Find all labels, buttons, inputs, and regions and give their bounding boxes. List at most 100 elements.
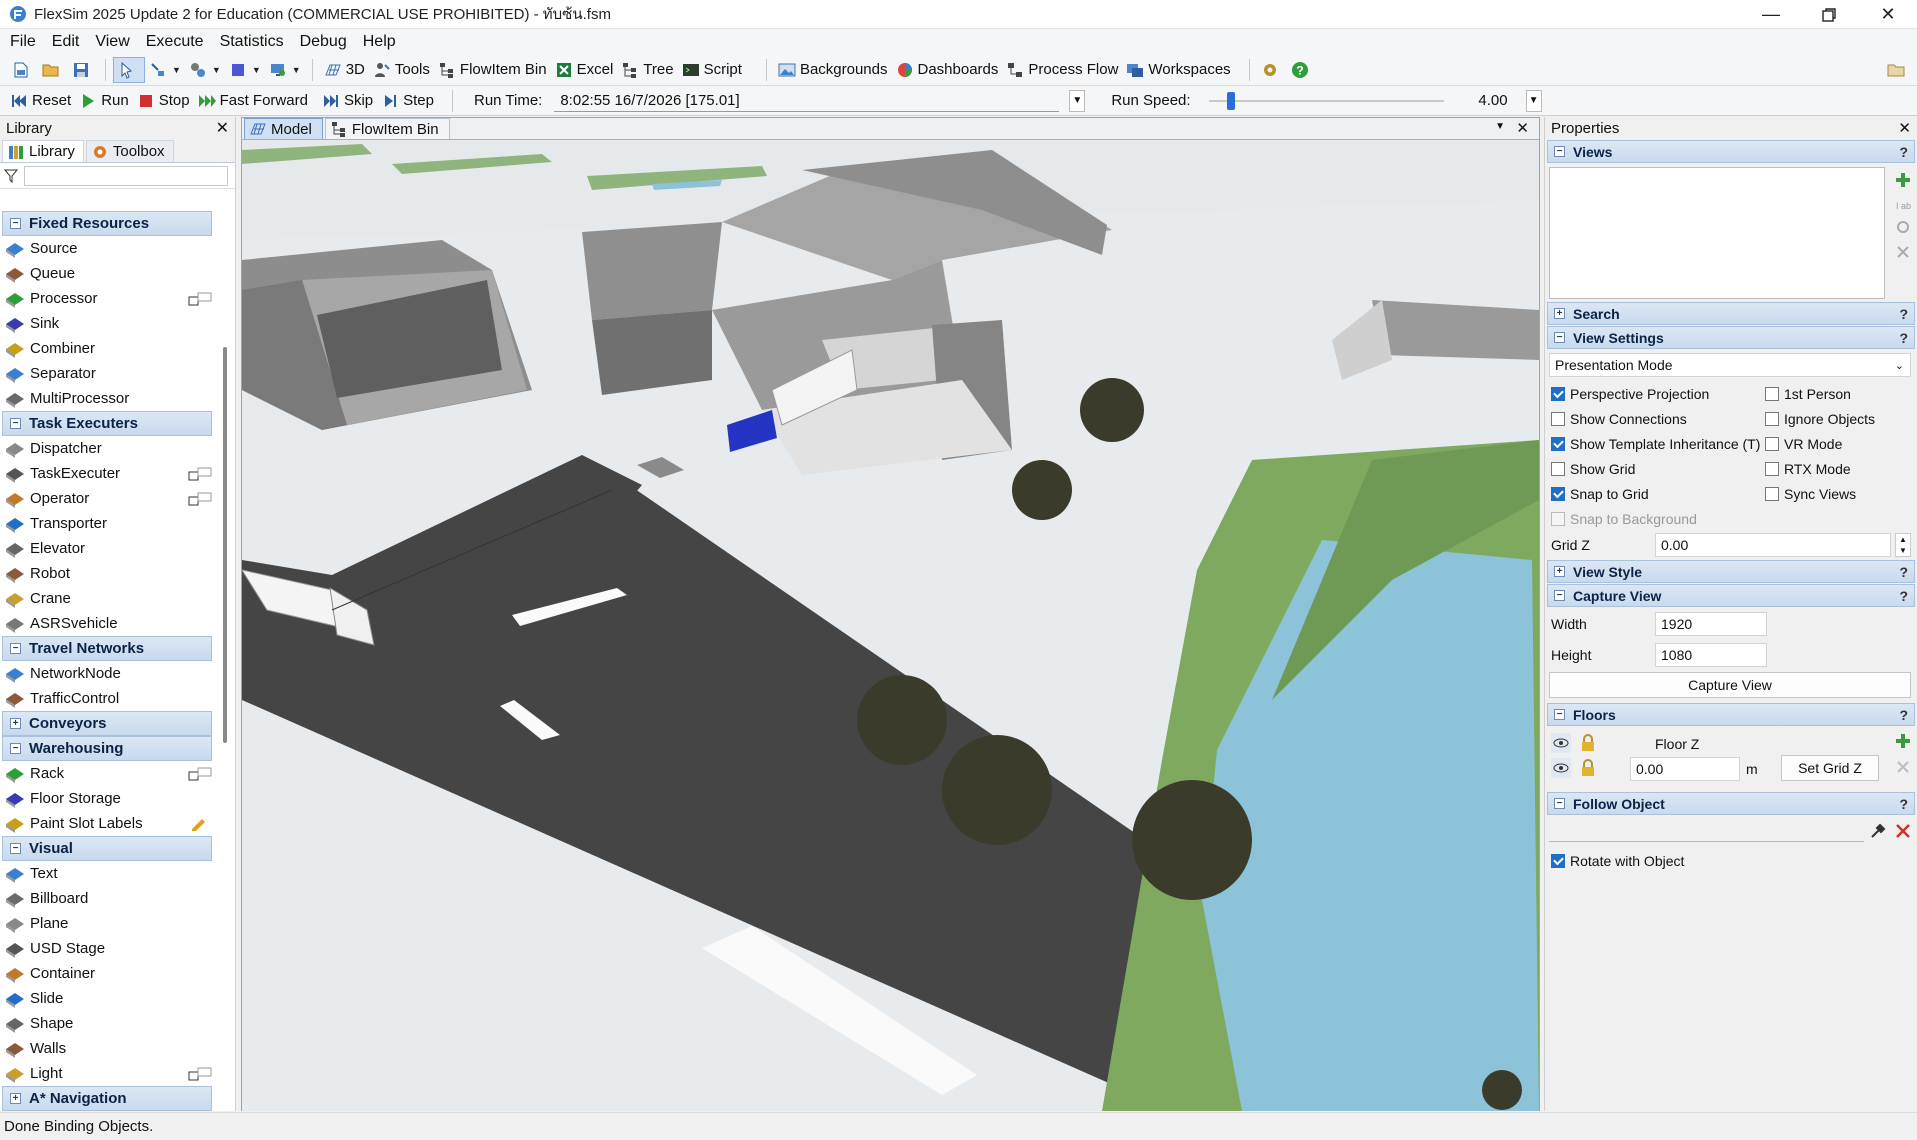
eyedropper-icon[interactable] bbox=[1869, 822, 1887, 840]
menu-view[interactable]: View bbox=[89, 33, 139, 51]
view-setting-checkbox[interactable]: Show Grid bbox=[1545, 461, 1765, 477]
connect-mode-button[interactable]: ▼ bbox=[145, 57, 185, 83]
dock-panel-button[interactable] bbox=[1883, 57, 1913, 83]
object-preview-icon[interactable] bbox=[188, 467, 212, 481]
help-icon[interactable]: ? bbox=[1899, 796, 1908, 812]
new-model-button[interactable] bbox=[8, 57, 38, 83]
library-item[interactable]: Light bbox=[0, 1061, 214, 1086]
library-item[interactable]: Billboard bbox=[0, 886, 214, 911]
menu-debug[interactable]: Debug bbox=[294, 33, 357, 51]
lock-icon[interactable] bbox=[1579, 758, 1597, 778]
lock-icon[interactable] bbox=[1579, 733, 1597, 753]
library-item[interactable]: Separator bbox=[0, 361, 214, 386]
width-input[interactable]: 1920 bbox=[1655, 611, 1767, 636]
library-item[interactable]: Source bbox=[0, 236, 214, 261]
menu-execute[interactable]: Execute bbox=[140, 33, 214, 51]
library-item[interactable]: Floor Storage bbox=[0, 786, 214, 811]
library-item[interactable]: Transporter bbox=[0, 511, 214, 536]
fast-forward-button[interactable]: Fast Forward bbox=[194, 88, 312, 114]
save-model-button[interactable] bbox=[68, 57, 98, 83]
library-group-header[interactable]: − Fixed Resources bbox=[2, 211, 212, 236]
view-style-section-header[interactable]: + View Style? bbox=[1547, 560, 1915, 583]
help-icon[interactable]: ? bbox=[1899, 306, 1908, 322]
view-setting-checkbox[interactable]: Show Connections bbox=[1545, 411, 1765, 427]
library-item[interactable]: MultiProcessor bbox=[0, 386, 214, 411]
view-tabs-menu-icon[interactable]: ▼ bbox=[1495, 121, 1505, 132]
add-view-icon[interactable] bbox=[1895, 172, 1911, 188]
view-mode-select[interactable]: Presentation Mode ⌄ bbox=[1549, 353, 1911, 377]
object-preview-icon[interactable] bbox=[188, 492, 212, 506]
help-icon[interactable]: ? bbox=[1899, 144, 1908, 160]
restore-button[interactable] bbox=[1800, 0, 1858, 29]
run-button[interactable]: Run bbox=[75, 88, 133, 114]
library-item[interactable]: Crane bbox=[0, 586, 214, 611]
clear-follow-icon[interactable] bbox=[1895, 823, 1911, 839]
run-speed-slider[interactable] bbox=[1208, 90, 1444, 112]
view-setting-checkbox[interactable]: 1st Person bbox=[1765, 386, 1851, 402]
minimize-button[interactable]: — bbox=[1742, 0, 1800, 29]
menu-help[interactable]: Help bbox=[357, 33, 406, 51]
library-item[interactable]: Walls bbox=[0, 1036, 214, 1061]
help-icon[interactable]: ? bbox=[1899, 588, 1908, 604]
dashboards-button[interactable]: Dashboards bbox=[892, 57, 1003, 83]
view-setting-checkbox[interactable]: Snap to Grid bbox=[1545, 486, 1765, 502]
library-item[interactable]: TaskExecuter bbox=[0, 461, 214, 486]
library-item[interactable]: NetworkNode bbox=[0, 661, 214, 686]
workspaces-button[interactable]: Workspaces bbox=[1122, 57, 1234, 83]
library-item[interactable]: Container bbox=[0, 961, 214, 986]
floor-z-input[interactable]: 0.00 bbox=[1630, 757, 1740, 781]
3d-scene[interactable] bbox=[242, 140, 1539, 1111]
runtime-field[interactable]: 8:02:55 16/7/2026 [175.01] bbox=[554, 89, 1060, 112]
library-item[interactable]: Slide bbox=[0, 986, 214, 1011]
object-preview-icon[interactable] bbox=[188, 767, 212, 781]
grid-z-spinner[interactable]: ▲ ▼ bbox=[1895, 533, 1911, 557]
backgrounds-button[interactable]: Backgrounds bbox=[774, 57, 892, 83]
library-item[interactable]: Rack bbox=[0, 761, 214, 786]
library-group-header[interactable]: − Visual bbox=[2, 836, 212, 861]
library-group-header[interactable]: + Conveyors bbox=[2, 711, 212, 736]
close-library-icon[interactable]: ✕ bbox=[216, 118, 229, 138]
layout-tools-button[interactable]: ▼ bbox=[185, 57, 225, 83]
tree-button[interactable]: Tree bbox=[617, 57, 677, 83]
rename-view-icon[interactable]: I ab bbox=[1895, 197, 1911, 213]
view-setting-checkbox[interactable]: Ignore Objects bbox=[1765, 411, 1875, 427]
library-group-header[interactable]: − Task Executers bbox=[2, 411, 212, 436]
library-group-header[interactable]: − Travel Networks bbox=[2, 636, 212, 661]
eye-icon[interactable] bbox=[1551, 733, 1571, 753]
library-item[interactable]: Robot bbox=[0, 561, 214, 586]
follow-object-section-header[interactable]: − Follow Object? bbox=[1547, 792, 1915, 815]
view-setting-checkbox[interactable]: Perspective Projection bbox=[1545, 386, 1765, 402]
library-group-header[interactable]: − Warehousing bbox=[2, 736, 212, 761]
view-setting-checkbox[interactable]: Show Template Inheritance (T) bbox=[1545, 436, 1765, 452]
tools-button[interactable]: Tools bbox=[369, 57, 434, 83]
views-section-header[interactable]: − Views? bbox=[1547, 140, 1915, 163]
3d-view-button[interactable]: 3D bbox=[320, 57, 369, 83]
follow-object-field[interactable] bbox=[1549, 820, 1864, 842]
delete-view-icon[interactable] bbox=[1895, 244, 1911, 260]
help-icon[interactable]: ? bbox=[1899, 564, 1908, 580]
library-item[interactable]: Text bbox=[0, 861, 214, 886]
step-button[interactable]: Step bbox=[377, 88, 438, 114]
library-item[interactable]: Processor bbox=[0, 286, 214, 311]
views-list[interactable] bbox=[1549, 167, 1885, 299]
library-item[interactable]: Operator bbox=[0, 486, 214, 511]
menu-statistics[interactable]: Statistics bbox=[214, 33, 294, 51]
reset-button[interactable]: Reset bbox=[6, 88, 75, 114]
flowitem-bin-button[interactable]: FlowItem Bin bbox=[434, 57, 551, 83]
stop-button[interactable]: Stop bbox=[133, 88, 194, 114]
object-preview-icon[interactable] bbox=[188, 1067, 212, 1081]
delete-floor-icon[interactable] bbox=[1896, 760, 1910, 774]
library-item[interactable]: Dispatcher bbox=[0, 436, 214, 461]
color-picker-button[interactable]: ▼ bbox=[225, 57, 265, 83]
library-item[interactable]: TrafficControl bbox=[0, 686, 214, 711]
help-button[interactable]: ? bbox=[1287, 57, 1317, 83]
refresh-view-icon[interactable] bbox=[1895, 219, 1911, 235]
view-settings-section-header[interactable]: − View Settings? bbox=[1547, 326, 1915, 349]
tab-library[interactable]: Library bbox=[2, 140, 84, 162]
library-item[interactable]: Queue bbox=[0, 261, 214, 286]
pencil-icon[interactable] bbox=[188, 817, 212, 832]
menu-edit[interactable]: Edit bbox=[46, 33, 90, 51]
process-flow-button[interactable]: Process Flow bbox=[1002, 57, 1122, 83]
slider-thumb[interactable] bbox=[1226, 91, 1235, 110]
library-item[interactable]: USD Stage bbox=[0, 936, 214, 961]
